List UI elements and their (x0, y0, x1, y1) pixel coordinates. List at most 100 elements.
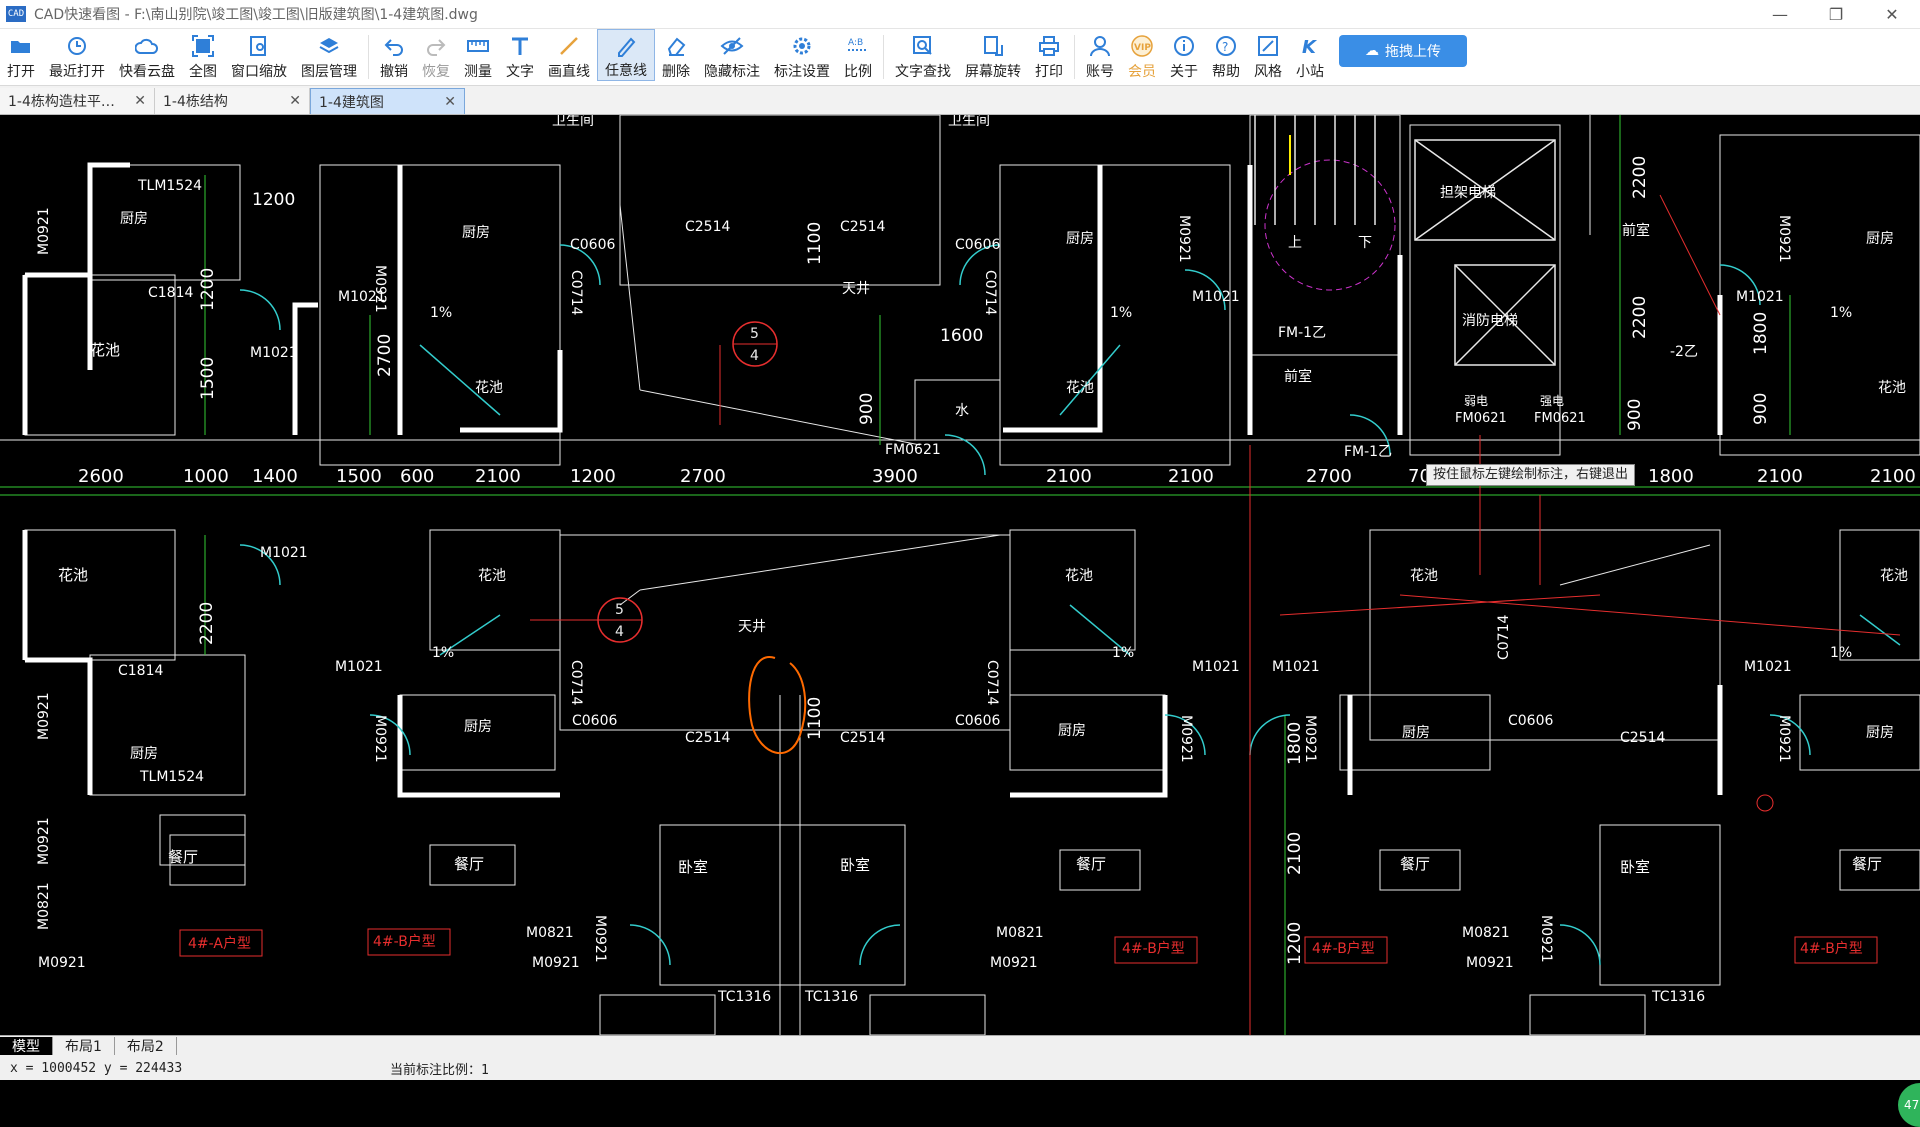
label: M0921 (1466, 955, 1514, 971)
side-float-badge[interactable]: 47 (1898, 1083, 1920, 1127)
label: 1200 (252, 190, 295, 210)
label: M0821 (1462, 925, 1510, 941)
cad-drawing[interactable]: TLM1524 厨房 1200 C1814 M1021 花池 1200 1500… (0, 115, 1920, 1035)
label: FM0621 (1455, 411, 1507, 426)
tab-1-4-architecture[interactable]: 1-4建筑图 ✕ (310, 88, 465, 114)
dimension-label: 2700 (680, 466, 726, 487)
label: M1021 (1736, 289, 1784, 305)
fit-all-button[interactable]: 全图 (182, 29, 224, 81)
label: 花池 (58, 566, 88, 584)
label: 2200 (197, 602, 217, 645)
print-button[interactable]: 打印 (1028, 29, 1070, 81)
label: M0921 (38, 955, 86, 971)
about-button[interactable]: 关于 (1163, 29, 1205, 81)
cloud-upload-icon: ☁ (1365, 43, 1379, 59)
label: 花池 (475, 380, 503, 396)
delete-button[interactable]: 删除 (655, 29, 697, 81)
site-button[interactable]: K 小站 (1289, 29, 1331, 81)
style-button[interactable]: 风格 (1247, 29, 1289, 81)
label: M0821 (36, 882, 52, 930)
label: C2514 (840, 730, 885, 746)
status-bar: x = 1000452 y = 224433 当前标注比例：1 (0, 1056, 1920, 1080)
layer-manager-button[interactable]: 图层管理 (294, 29, 364, 81)
label: C2514 (840, 219, 885, 235)
drawing-canvas[interactable]: TLM1524 厨房 1200 C1814 M1021 花池 1200 1500… (0, 115, 1920, 1127)
label: 4#-B户型 (1312, 940, 1375, 957)
tab-model[interactable]: 模型 (0, 1037, 53, 1055)
app-logo-icon: CAD (6, 6, 26, 22)
label: C0714 (984, 660, 1000, 705)
screen-rotate-button[interactable]: 屏幕旋转 (958, 29, 1028, 81)
account-button[interactable]: 账号 (1079, 29, 1121, 81)
vip-button[interactable]: VIP 会员 (1121, 29, 1163, 81)
drag-upload-button[interactable]: ☁ 拖拽上传 (1339, 35, 1467, 67)
window-zoom-button[interactable]: 窗口缩放 (224, 29, 294, 81)
freehand-line-button[interactable]: 任意线 (597, 29, 655, 81)
undo-icon (381, 33, 407, 59)
label: 花池 (1878, 380, 1906, 396)
minimize-button[interactable]: — (1752, 0, 1808, 28)
label: M0921 (1776, 715, 1792, 763)
tab-layout-2[interactable]: 布局2 (115, 1037, 177, 1055)
draw-line-button[interactable]: 画直线 (541, 29, 597, 81)
label: M0921 (532, 955, 580, 971)
scale-button[interactable]: A:B 比例 (837, 29, 879, 81)
label: M1021 (1192, 289, 1240, 305)
freehand-icon (613, 34, 639, 58)
label: 消防电梯 (1462, 313, 1518, 329)
text-icon (507, 33, 533, 59)
section-sheet: 4 (750, 348, 759, 364)
label: M0921 (1538, 915, 1554, 963)
help-button[interactable]: ? 帮助 (1205, 29, 1247, 81)
label: 4#-B户型 (373, 933, 436, 950)
label: 4#-B户型 (1122, 940, 1185, 957)
label: 1% (1830, 645, 1852, 661)
text-search-button[interactable]: 文字查找 (888, 29, 958, 81)
recent-open-button[interactable]: 最近打开 (42, 29, 112, 81)
close-icon[interactable]: ✕ (444, 94, 456, 110)
svg-text:VIP: VIP (1134, 43, 1151, 53)
measure-button[interactable]: 测量 (457, 29, 499, 81)
label: 1% (432, 645, 454, 661)
tab-1-4-structure[interactable]: 1-4栋结构 ✕ (155, 88, 310, 114)
label: 厨房 (1066, 231, 1094, 247)
undo-button[interactable]: 撤销 (373, 29, 415, 81)
hide-annotation-button[interactable]: 隐藏标注 (697, 29, 767, 81)
label: M0921 (1302, 715, 1318, 763)
label: 餐厅 (168, 848, 198, 866)
label: M1021 (260, 545, 308, 561)
label: 花池 (1065, 568, 1093, 584)
restore-button[interactable]: ❐ (1808, 0, 1864, 28)
annotation-settings-button[interactable]: 标注设置 (767, 29, 837, 81)
toolbar-separator (883, 35, 884, 79)
label: 餐厅 (454, 855, 484, 873)
label: C2514 (685, 219, 730, 235)
tab-1-4-column-plan[interactable]: 1-4栋构造柱平… ✕ (0, 88, 155, 114)
close-button[interactable]: ✕ (1864, 0, 1920, 28)
toolbar-separator (368, 35, 369, 79)
open-button[interactable]: 打开 (0, 29, 42, 81)
text-search-icon (910, 33, 936, 59)
label: 900 (857, 393, 877, 425)
eraser-icon (663, 33, 689, 59)
label: 上 (1288, 235, 1302, 251)
measure-icon (465, 33, 491, 59)
dimension-label: 2700 (1306, 466, 1352, 487)
dimension-label: 1800 (1648, 466, 1694, 487)
tab-layout-1[interactable]: 布局1 (53, 1037, 115, 1055)
printer-icon (1036, 33, 1062, 59)
title-bar: CAD CAD快速看图 - F:\南山别院\竣工图\竣工图\旧版建筑图\1-4建… (0, 0, 1920, 29)
label: C2514 (685, 730, 730, 746)
label: C0606 (572, 713, 617, 729)
label: 1800 (1751, 312, 1771, 355)
label: M0921 (36, 692, 52, 740)
label: M1021 (338, 289, 386, 305)
cloud-disk-button[interactable]: 快看云盘 (112, 29, 182, 81)
text-button[interactable]: 文字 (499, 29, 541, 81)
close-icon[interactable]: ✕ (289, 93, 301, 109)
label: 卫生间 (552, 115, 594, 129)
close-icon[interactable]: ✕ (134, 93, 146, 109)
redo-button[interactable]: 恢复 (415, 29, 457, 81)
label: M0921 (36, 817, 52, 865)
label: FM-1乙 (1344, 444, 1392, 460)
